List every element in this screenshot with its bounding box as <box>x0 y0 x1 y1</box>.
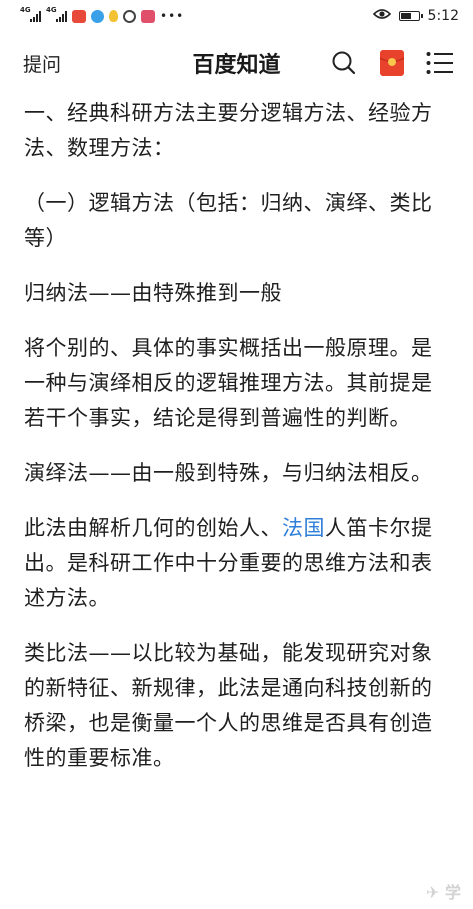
signal-1-icon: 4G <box>20 6 41 22</box>
app-notification-icon <box>123 9 136 23</box>
app-notification-icon <box>141 9 155 23</box>
menu-icon[interactable] <box>425 48 455 78</box>
paragraph: 一、经典科研方法主要分逻辑方法、经验方法、数理方法： <box>24 101 433 160</box>
search-icon[interactable] <box>329 48 359 78</box>
paragraph-text: 此法由解析几何的创始人、 <box>24 516 282 540</box>
app-notification-icon <box>91 9 104 23</box>
paragraph: （一）逻辑方法（包括：归纳、演绎、类比等） <box>24 191 433 250</box>
paragraph: 演绎法——由一般到特殊，与归纳法相反。 <box>24 461 433 485</box>
status-bar: 4G 4G ••• 5:12 <box>0 0 473 32</box>
signal-2-icon: 4G <box>46 6 67 22</box>
eye-icon <box>372 8 391 24</box>
nav-bar: 提问 百度知道 <box>0 32 473 94</box>
status-right: 5:12 <box>372 8 459 24</box>
battery-icon <box>398 11 423 21</box>
location-icon <box>109 10 118 22</box>
app-notification-icon <box>72 9 86 23</box>
answer-content: 一、经典科研方法主要分逻辑方法、经验方法、数理方法： （一）逻辑方法（包括：归纳… <box>0 94 473 776</box>
clock: 5:12 <box>427 8 459 24</box>
status-left: 4G 4G ••• <box>20 6 185 23</box>
france-link[interactable]: 法国 <box>282 516 325 540</box>
nav-actions <box>329 48 455 78</box>
watermark-logo: ✈ 学 <box>426 883 461 902</box>
ask-button[interactable]: 提问 <box>23 50 61 77</box>
paragraph: 归纳法——由特殊推到一般 <box>24 281 282 305</box>
paragraph: 此法由解析几何的创始人、法国人笛卡尔提出。是科研工作中十分重要的思维方法和表述方… <box>24 511 447 616</box>
red-packet-icon[interactable] <box>377 48 407 78</box>
paragraph: 类比法——以比较为基础，能发现研究对象的新特征、新规律，此法是通向科技创新的桥梁… <box>24 641 433 770</box>
paragraph: 将个别的、具体的事实概括出一般原理。是一种与演绎相反的逻辑推理方法。其前提是若干… <box>24 336 433 430</box>
more-notifications-icon: ••• <box>160 9 185 23</box>
